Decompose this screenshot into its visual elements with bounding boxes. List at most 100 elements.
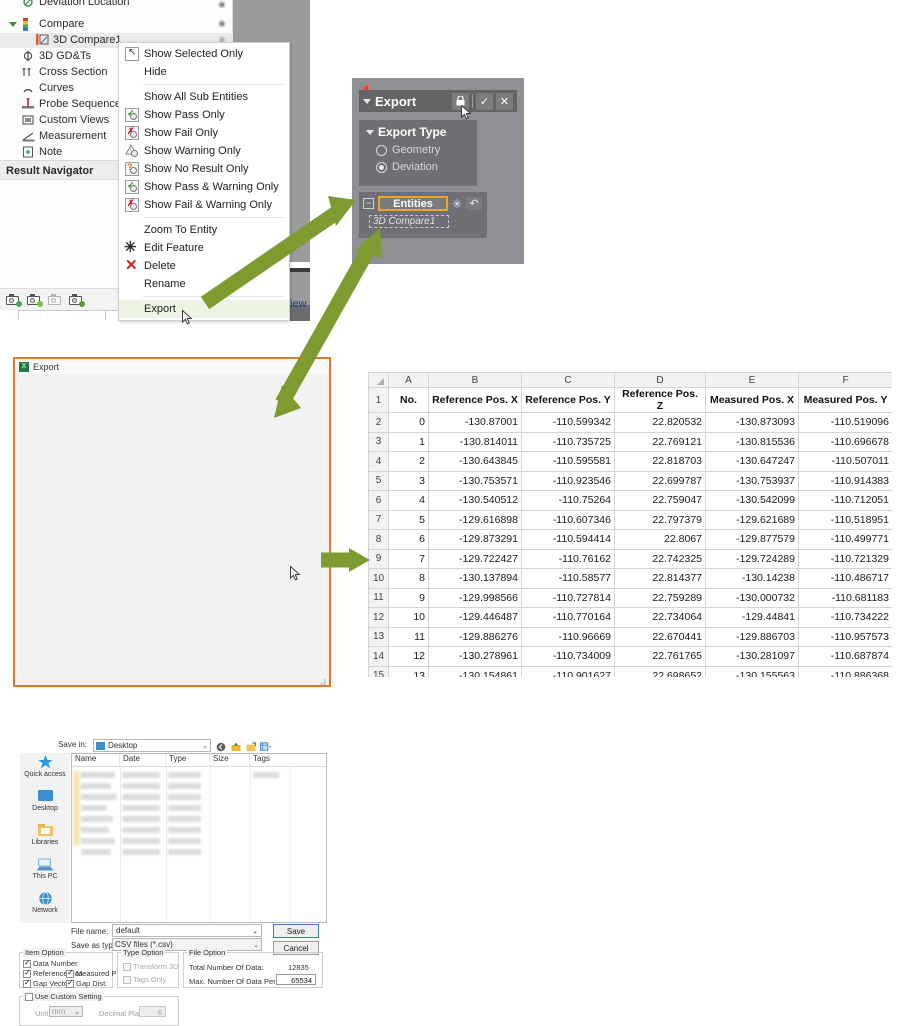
cell-ref-y[interactable]: -110.607346	[522, 510, 615, 530]
column-header-type[interactable]: Type	[166, 754, 210, 766]
menu-item-show-no-result-only[interactable]: ? Show No Result Only	[119, 160, 289, 178]
cell-ref-y[interactable]: -110.594414	[522, 530, 615, 550]
cell-meas-x[interactable]: -130.542099	[706, 491, 799, 511]
tree-expand-caret[interactable]	[9, 22, 17, 27]
row-number[interactable]: 14	[369, 647, 389, 667]
cell-no[interactable]: 12	[389, 647, 429, 667]
visibility-eye-icon[interactable]: ◉	[218, 18, 226, 29]
cell-no[interactable]: 3	[389, 471, 429, 491]
place-libraries[interactable]: Libraries	[20, 821, 70, 855]
cell-ref-y[interactable]: -110.923546	[522, 471, 615, 491]
column-header-name[interactable]: Name	[72, 754, 120, 766]
view-mode-icon[interactable]	[260, 741, 271, 752]
camera-settings-icon[interactable]	[69, 293, 84, 306]
row-number[interactable]: 15	[369, 666, 389, 677]
select-all-corner[interactable]	[369, 373, 389, 388]
place-desktop[interactable]: Desktop	[20, 787, 70, 821]
cell-ref-y[interactable]: -110.58577	[522, 569, 615, 589]
cell-ref-y[interactable]: -110.901627	[522, 666, 615, 677]
checkbox[interactable]	[23, 970, 31, 978]
header-no[interactable]: No.	[389, 388, 429, 413]
cell-meas-y[interactable]: -110.687874	[799, 647, 893, 667]
cell-no[interactable]: 8	[389, 569, 429, 589]
cell-meas-y[interactable]: -110.957573	[799, 627, 893, 647]
file-list[interactable]: Name Date Type Size Tags	[71, 753, 327, 923]
radio-geometry[interactable]: Geometry	[376, 144, 470, 156]
row-number[interactable]: 4	[369, 452, 389, 472]
menu-item-rename[interactable]: Rename	[119, 275, 289, 293]
tree-item-compare[interactable]: Compare	[22, 17, 84, 32]
entities-button[interactable]: Entities	[378, 196, 448, 211]
cell-ref-x[interactable]: -130.154861	[429, 666, 522, 677]
cell-ref-z[interactable]: 22.818703	[615, 452, 706, 472]
file-name-input[interactable]: default ⌄	[112, 924, 262, 937]
radio-button[interactable]	[376, 145, 387, 156]
menu-item-show-warning-only[interactable]: ! Show Warning Only	[119, 142, 289, 160]
checkbox-use-custom-setting[interactable]: Use Custom Setting	[23, 992, 104, 1001]
column-header-date[interactable]: Date	[120, 754, 166, 766]
checkbox-gap-vector[interactable]: Gap Vector	[23, 979, 71, 988]
cell-no[interactable]: 0	[389, 413, 429, 433]
header-measured-pos-x[interactable]: Measured Pos. X	[706, 388, 799, 413]
radio-deviation[interactable]: Deviation	[376, 161, 470, 173]
tree-item-deviation-location[interactable]: Deviation Location	[22, 0, 130, 10]
menu-item-show-fail-warning-only[interactable]: ✗ Show Fail & Warning Only	[119, 196, 289, 214]
cell-meas-y[interactable]: -110.499771	[799, 530, 893, 550]
header-reference-pos-x[interactable]: Reference Pos. X	[429, 388, 522, 413]
max-number-per-file-input[interactable]: 65534	[276, 974, 316, 985]
chevron-down-icon[interactable]: ⌄	[252, 927, 258, 935]
place-quick-access[interactable]: Quick access	[20, 753, 70, 787]
cell-meas-x[interactable]: -130.873093	[706, 413, 799, 433]
cell-ref-y[interactable]: -110.595581	[522, 452, 615, 472]
column-letter-f[interactable]: F	[799, 373, 893, 388]
cell-ref-y[interactable]: -110.76162	[522, 549, 615, 569]
cell-ref-z[interactable]: 22.761765	[615, 647, 706, 667]
row-number[interactable]: 6	[369, 491, 389, 511]
cell-ref-z[interactable]: 22.699787	[615, 471, 706, 491]
row-number[interactable]: 3	[369, 432, 389, 452]
checkbox[interactable]	[23, 980, 31, 988]
pick-entity-icon[interactable]: ✳	[452, 197, 462, 211]
save-in-dropdown[interactable]: Desktop ⌄	[93, 739, 211, 752]
column-header-tags[interactable]: Tags	[250, 754, 290, 766]
place-this-pc[interactable]: This PC	[20, 855, 70, 889]
row-number[interactable]: 8	[369, 530, 389, 550]
row-number[interactable]: 13	[369, 627, 389, 647]
cell-no[interactable]: 10	[389, 608, 429, 628]
up-folder-icon[interactable]	[230, 741, 241, 752]
cell-no[interactable]: 7	[389, 549, 429, 569]
chevron-down-icon[interactable]: ⌄	[253, 941, 259, 949]
cell-no[interactable]: 5	[389, 510, 429, 530]
cell-ref-y[interactable]: -110.75264	[522, 491, 615, 511]
back-icon[interactable]	[215, 741, 226, 752]
close-x-icon[interactable]: ✕	[496, 93, 513, 110]
cell-meas-y[interactable]: -110.486717	[799, 569, 893, 589]
collapse-caret-icon[interactable]	[366, 130, 374, 135]
cell-no[interactable]: 1	[389, 432, 429, 452]
cell-ref-y[interactable]: -110.770164	[522, 608, 615, 628]
cell-ref-z[interactable]: 22.734064	[615, 608, 706, 628]
row-number[interactable]: 2	[369, 413, 389, 433]
cell-ref-z[interactable]: 22.8067	[615, 530, 706, 550]
cell-ref-z[interactable]: 22.759047	[615, 491, 706, 511]
cell-ref-z[interactable]: 22.759289	[615, 588, 706, 608]
header-measured-pos-y[interactable]: Measured Pos. Y	[799, 388, 893, 413]
place-network[interactable]: Network	[20, 889, 70, 923]
menu-item-hide[interactable]: Hide	[119, 63, 289, 81]
collapse-minus-icon[interactable]: −	[363, 198, 374, 209]
radio-button[interactable]	[376, 162, 387, 173]
cell-meas-y[interactable]: -110.696678	[799, 432, 893, 452]
camera-check-icon[interactable]	[27, 293, 42, 306]
tree-item-note[interactable]: Note	[22, 145, 62, 160]
column-letter-a[interactable]: A	[389, 373, 429, 388]
cell-no[interactable]: 9	[389, 588, 429, 608]
cell-ref-x[interactable]: -129.446487	[429, 608, 522, 628]
column-header-size[interactable]: Size	[210, 754, 250, 766]
collapse-caret-icon[interactable]	[363, 99, 371, 104]
cell-ref-x[interactable]: -130.137894	[429, 569, 522, 589]
menu-item-show-all-sub-entities[interactable]: Show All Sub Entities	[119, 88, 289, 106]
menu-item-edit-feature[interactable]: ✳ Edit Feature	[119, 239, 289, 257]
checkbox[interactable]	[66, 970, 74, 978]
checkbox-gap-dist[interactable]: Gap Dist.	[66, 979, 107, 988]
cell-ref-x[interactable]: -129.998566	[429, 588, 522, 608]
